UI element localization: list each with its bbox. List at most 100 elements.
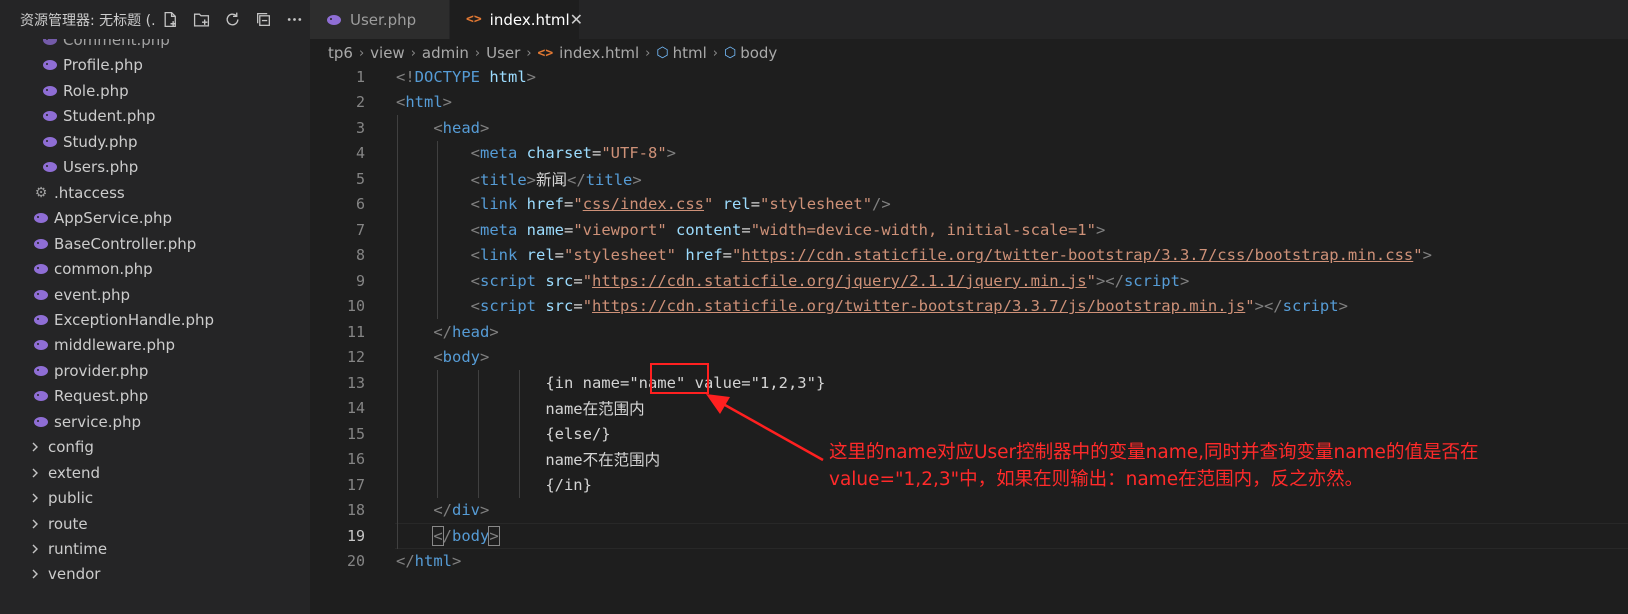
new-file-icon[interactable] [155, 8, 186, 32]
code-text: <meta charset="UTF-8"> [470, 144, 677, 163]
line-number: 9 [355, 271, 365, 290]
tree-item[interactable]: public [0, 485, 310, 511]
tree-item-label: provider.php [54, 361, 149, 380]
tree-item[interactable]: event.php [0, 282, 310, 308]
tree-item-label: .htaccess [54, 183, 125, 202]
collapse-all-icon[interactable] [248, 8, 279, 32]
line-number: 12 [346, 348, 365, 367]
code-line: 8 <link rel="stylesheet" href="https://c… [310, 242, 1628, 268]
code-text: {/in} [545, 475, 592, 494]
code-text: <link rel="stylesheet" href="https://cdn… [470, 246, 1432, 265]
tree-item-label: runtime [48, 540, 108, 558]
line-number: 1 [355, 67, 365, 86]
php-elephant-icon [32, 313, 50, 327]
tree-item[interactable]: service.php [0, 409, 310, 435]
close-icon[interactable]: ✕ [570, 10, 583, 29]
tree-item[interactable]: AppService.php [0, 205, 310, 231]
tree-item[interactable]: provider.php [0, 358, 310, 384]
refresh-icon[interactable] [217, 8, 248, 32]
code-text: <title>新闻</title> [470, 170, 642, 189]
chevron-right-icon [30, 543, 44, 555]
code-text: </html> [396, 552, 462, 571]
php-elephant-icon [326, 14, 342, 26]
new-folder-icon[interactable] [186, 8, 217, 32]
code-text: <script src="https://cdn.staticfile.org/… [470, 271, 1190, 290]
line-number: 7 [355, 220, 365, 239]
tree-item[interactable]: ExceptionHandle.php [0, 307, 310, 333]
code-line: 3 <head> [310, 115, 1628, 141]
chevron-right-icon: › [712, 45, 718, 61]
tree-item-label: Student.php [63, 107, 156, 126]
line-number: 16 [346, 450, 365, 469]
explorer-actions [155, 8, 310, 32]
html-icon: <> [466, 12, 482, 27]
tree-item[interactable]: vendor [0, 561, 310, 587]
tree-item[interactable]: Comment.php [0, 39, 310, 53]
line-number: 18 [346, 501, 365, 520]
tree-item-label: middleware.php [54, 336, 176, 355]
php-elephant-icon [41, 39, 59, 47]
php-elephant-icon [32, 262, 50, 276]
php-elephant-icon [32, 415, 50, 429]
tree-item[interactable]: middleware.php [0, 332, 310, 358]
code-editor[interactable]: 1 <!DOCTYPE html> 2 <html> 3 <head> 4 <m… [310, 64, 1628, 614]
php-elephant-icon [32, 237, 50, 251]
tree-item[interactable]: ⚙ .htaccess [0, 180, 310, 206]
tree-item-label: Study.php [63, 132, 138, 151]
tree-item[interactable]: BaseController.php [0, 231, 310, 257]
breadcrumb-item[interactable]: ⬡ html [656, 44, 706, 62]
line-number: 19 [346, 526, 365, 545]
tree-item[interactable]: Users.php [0, 154, 310, 180]
breadcrumb: tp6 › view › admin › User › <> index.html… [328, 40, 777, 66]
php-elephant-icon [41, 109, 59, 123]
php-elephant-icon [32, 211, 50, 225]
code-line: 10 <script src="https://cdn.staticfile.o… [310, 293, 1628, 319]
code-line: 14 name在范围内 [310, 395, 1628, 421]
line-number: 13 [346, 373, 365, 392]
breadcrumb-item[interactable]: tp6 [328, 44, 353, 62]
php-elephant-icon [32, 364, 50, 378]
tab-index-html[interactable]: <> index.html ✕ [450, 0, 583, 39]
code-line: 9 <script src="https://cdn.staticfile.or… [310, 268, 1628, 294]
more-icon[interactable] [279, 8, 310, 32]
tree-item[interactable]: Request.php [0, 383, 310, 409]
tree-item[interactable]: runtime [0, 536, 310, 562]
code-line: 13 {in name="name" value="1,2,3"} [310, 370, 1628, 396]
line-number: 20 [346, 552, 365, 571]
breadcrumb-item[interactable]: view [370, 44, 405, 62]
tree-item[interactable]: config [0, 434, 310, 460]
tab-user-php[interactable]: User.php [310, 0, 450, 39]
code-line: 20 </html> [310, 549, 1628, 575]
code-text: <!DOCTYPE html> [396, 67, 537, 86]
explorer-header: 资源管理器: 无标题 (... [0, 0, 310, 39]
php-elephant-icon [32, 389, 50, 403]
explorer-sidebar: 资源管理器: 无标题 (... Comment.php Profile.php Ro… [0, 0, 310, 614]
highlight-box [650, 363, 709, 394]
html-icon: <> [537, 45, 554, 61]
annotation-line: 这里的name对应User控制器中的变量name,同时并查询变量name的值是否… [829, 442, 1479, 463]
tree-item[interactable]: Study.php [0, 129, 310, 155]
tree-item[interactable]: common.php [0, 256, 310, 282]
code-text: {in name="name" value="1,2,3"} [545, 373, 826, 392]
tree-item[interactable]: route [0, 511, 310, 537]
tree-item[interactable]: Student.php [0, 103, 310, 129]
code-text: </body> [432, 525, 500, 546]
tab-label: index.html [489, 10, 570, 29]
tree-item[interactable]: Role.php [0, 78, 310, 104]
code-line: 5 <title>新闻</title> [310, 166, 1628, 192]
code-line: 12 <body> [310, 344, 1628, 370]
code-text: <html> [396, 93, 453, 112]
line-number: 14 [346, 399, 365, 418]
tree-item[interactable]: extend [0, 460, 310, 486]
chevron-right-icon [30, 441, 44, 453]
chevron-right-icon: › [645, 45, 651, 61]
tree-item[interactable]: Profile.php [0, 52, 310, 78]
line-number: 3 [355, 118, 365, 137]
breadcrumb-item[interactable]: User [486, 44, 520, 62]
tree-item-label: event.php [54, 285, 131, 304]
breadcrumb-item[interactable]: ⬡ body [724, 44, 777, 62]
breadcrumb-item[interactable]: <> index.html [538, 44, 640, 62]
breadcrumb-item[interactable]: admin [422, 44, 469, 62]
code-text: <meta name="viewport" content="width=dev… [470, 220, 1106, 239]
chevron-right-icon [30, 467, 44, 479]
